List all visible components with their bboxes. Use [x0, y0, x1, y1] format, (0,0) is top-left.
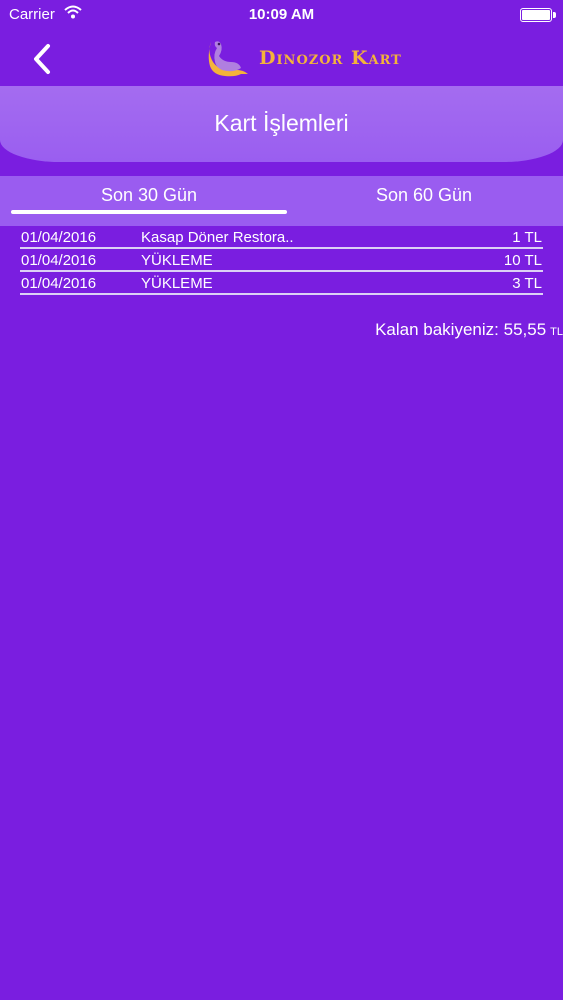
balance-value: 55,55 [503, 320, 547, 339]
logo-text: Dinozor Kart [259, 47, 402, 69]
transaction-amount: 10 TL [503, 252, 542, 269]
transaction-amount: 3 TL [512, 275, 542, 292]
transaction-row[interactable]: 01/04/2016 YÜKLEME 3 TL [20, 272, 543, 295]
app-logo: Dinozor Kart [205, 36, 402, 80]
transaction-row[interactable]: 01/04/2016 YÜKLEME 10 TL [20, 249, 543, 272]
transaction-row[interactable]: 01/04/2016 Kasap Döner Restora.. 1 TL [20, 226, 543, 249]
transaction-amount: 1 TL [512, 229, 542, 246]
remaining-balance: Kalan bakiyeniz: 55,55 TL [375, 320, 563, 340]
back-button[interactable] [28, 42, 58, 76]
transaction-date: 01/04/2016 [21, 275, 97, 292]
transaction-date: 01/04/2016 [21, 252, 97, 269]
battery-icon [520, 8, 556, 22]
tab-son-60-gun[interactable]: Son 60 Gün [284, 185, 563, 206]
transaction-list: 01/04/2016 Kasap Döner Restora.. 1 TL 01… [20, 226, 543, 295]
page-title: Kart İşlemleri [214, 110, 349, 136]
tab-son-30-gun[interactable]: Son 30 Gün [9, 185, 289, 206]
transaction-description: Kasap Döner Restora.. [141, 229, 294, 246]
title-panel: Kart İşlemleri [0, 86, 563, 162]
transaction-description: YÜKLEME [141, 275, 213, 292]
dinosaur-icon [208, 41, 248, 77]
transaction-date: 01/04/2016 [21, 229, 97, 246]
navigation-bar: Dinozor Kart [0, 30, 563, 86]
selected-tab-indicator [11, 210, 287, 214]
status-bar: Carrier 10:09 AM [0, 0, 563, 30]
clock-label: 10:09 AM [248, 6, 315, 23]
period-tabs: Son 30 Gün Son 60 Gün [0, 176, 563, 226]
transaction-description: YÜKLEME [141, 252, 213, 269]
balance-currency: TL [550, 326, 563, 338]
balance-label: Kalan bakiyeniz: [375, 320, 499, 339]
chevron-left-icon [34, 44, 50, 74]
